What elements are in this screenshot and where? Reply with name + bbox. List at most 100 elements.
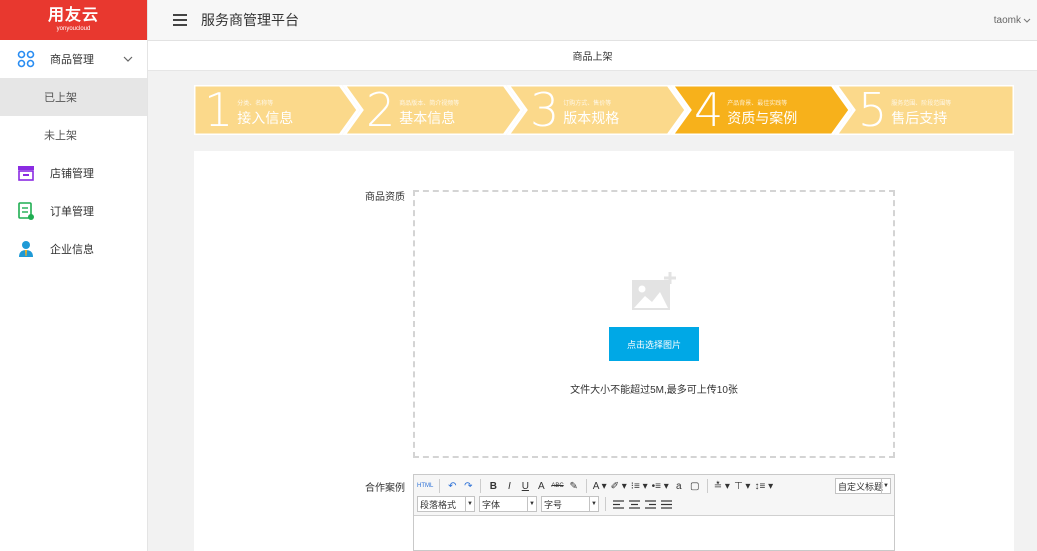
step-name: 资质与案例 [727,110,798,126]
toolbar-separator [439,479,441,493]
align-right-icon[interactable] [644,496,656,512]
logo[interactable]: 用友云 yonyoucloud [0,0,147,40]
align-justify-icon[interactable] [660,496,672,512]
paragraph-format-label: 段落格式 [420,499,457,510]
upload-tip: 文件大小不能超过5M,最多可上传10张 [570,385,738,396]
sidebar-subitem-unlisted[interactable]: 未上架 [0,116,147,154]
qualification-label: 商品资质 [365,192,405,203]
toolbar-separator [480,479,482,493]
step-2[interactable]: 2 商品版本、简介视频等基本信息 [366,85,459,135]
step-text: 订购方式、售价等版本规格 [563,93,619,127]
step-name: 接入信息 [237,110,294,126]
toolbar-separator [605,497,606,511]
step-number: 5 [858,83,888,137]
rich-text-editor[interactable]: HTML ↶ ↷ B I U A ABC ✎ A ▾ ✐ ▾ ⁝≡ ▾ •≡ ▾ a ▢ ≛ ▾ ⊤ ▾ ↕≡ ▾… [413,474,895,551]
logo-subtext: yonyoucloud [56,26,91,32]
ordered-list-icon[interactable]: ⁝≡ ▾ [631,478,648,494]
sidebar-item-product-management[interactable]: 商品管理 [0,40,147,78]
step-5[interactable]: 5 服务范围、阶段范围等售后支持 [858,85,951,135]
redo-icon[interactable]: ↷ [462,478,474,494]
step-name: 基本信息 [399,110,456,126]
step-hint: 分类、名称等 [237,101,274,107]
sidebar-item-label: 商品管理 [50,54,94,66]
sidebar-subitem-listed[interactable]: 已上架 [0,78,147,116]
font-color-icon[interactable]: A ▾ [593,478,607,494]
html-source-icon[interactable]: HTML [417,478,433,494]
platform-title: 服务商管理平台 [201,12,299,28]
font-size-label: 字号 [544,499,563,510]
sidebar: 用友云 yonyoucloud 商品管理 已上架 未上架 店铺管理 订单管理 企… [0,0,148,551]
sidebar-subitem-label: 已上架 [44,92,77,104]
custom-title-label: 自定义标题 [838,481,884,492]
grid-icon [16,49,36,69]
italic-icon[interactable]: I [503,478,515,494]
toolbar-separator [585,479,587,493]
chevron-down-icon [1023,15,1031,26]
step-hint: 商品版本、简介视频等 [399,101,460,107]
sidebar-item-label: 企业信息 [50,244,94,256]
step-hint: 服务范围、阶段范围等 [891,101,952,107]
page-title-bar: 商品上架 [148,41,1037,71]
sidebar-item-label: 店铺管理 [50,168,94,180]
step-text: 分类、名称等接入信息 [237,93,293,127]
editor-toolbar: HTML ↶ ↷ B I U A ABC ✎ A ▾ ✐ ▾ ⁝≡ ▾ •≡ ▾ a ▢ ≛ ▾ ⊤ ▾ ↕≡ ▾… [414,475,894,516]
clear-format-icon[interactable]: ✎ [568,478,580,494]
sidebar-item-store-management[interactable]: 店铺管理 [0,154,147,192]
step-name: 售后支持 [891,110,948,126]
step-number: 1 [204,83,234,137]
undo-icon[interactable]: ↶ [446,478,458,494]
image-add-icon [630,270,678,315]
font-size-select[interactable]: 字号 ▼ [541,496,599,512]
custom-title-select[interactable]: 自定义标题 ▼ [835,478,891,494]
highlight-icon[interactable]: ✐ ▾ [611,478,627,494]
paragraph-spacing-icon[interactable]: ⊤ ▾ [734,478,751,494]
page-title: 商品上架 [572,52,613,63]
sidebar-subitem-label: 未上架 [44,130,77,142]
toolbar-row: HTML ↶ ↷ B I U A ABC ✎ A ▾ ✐ ▾ ⁝≡ ▾ •≡ ▾ a ▢ ≛ ▾ ⊤ ▾ ↕≡ ▾… [417,477,891,495]
image-icon[interactable]: ▢ [689,478,701,494]
step-1[interactable]: 1 分类、名称等接入信息 [204,85,293,135]
step-text: 服务范围、阶段范围等售后支持 [891,93,951,127]
choose-image-button[interactable]: 点击选择图片 [609,327,699,361]
row-spacing-icon[interactable]: ↕≡ ▾ [754,478,773,494]
dropdown-arrow-icon: ▼ [881,479,890,493]
step-hint: 订购方式、售价等 [563,101,612,107]
user-name: taomk [993,14,1021,26]
underline-icon[interactable]: U [519,478,531,494]
strikethrough-icon[interactable]: ABC [551,478,563,494]
font-family-label: 字体 [482,499,501,510]
step-progress: 1 分类、名称等 接入信息 2 商品版本、简介视频等 基本信息 3 订购方式、售价等 版本规格 4… [194,85,1014,135]
bold-icon[interactable]: B [487,478,499,494]
user-menu[interactable]: taomk [994,15,1031,26]
step-number: 4 [694,83,724,137]
step-name: 版本规格 [563,110,620,126]
sidebar-item-company-info[interactable]: 企业信息 [0,230,147,268]
logo-text: 用友云 [47,7,99,24]
font-family-select[interactable]: 字体 ▼ [479,496,537,512]
unordered-list-icon[interactable]: •≡ ▾ [652,478,669,494]
person-icon [16,239,36,259]
toolbar-row: 段落格式 ▼ 字体 ▼ 字号 ▼ [417,495,891,513]
step-number: 2 [366,83,396,137]
form-panel: 商品资质 点击选择图片 文件大小不能超过5M,最多可上传10张 合作案例 HTM… [194,151,1014,551]
dropdown-arrow-icon: ▼ [589,497,598,511]
paragraph-format-select[interactable]: 段落格式 ▼ [417,496,475,512]
store-icon [16,163,36,183]
step-3[interactable]: 3 订购方式、售价等 版本规格 [530,85,619,135]
step-hint: 产品背景、最佳实践等 [727,101,788,107]
image-upload-area[interactable]: 点击选择图片 文件大小不能超过5M,最多可上传10张 [413,190,895,458]
sidebar-item-label: 订单管理 [50,206,94,218]
toolbar-separator [706,479,708,493]
top-header: 服务商管理平台 taomk [148,0,1037,41]
font-border-icon[interactable]: A [535,478,547,494]
link-icon[interactable]: a [673,478,685,494]
menu-toggle-icon[interactable] [173,14,187,26]
align-center-icon[interactable] [628,496,640,512]
order-icon [16,201,36,221]
step-4[interactable]: 4 产品背景、最佳实践等资质与案例 [694,85,797,135]
sidebar-item-order-management[interactable]: 订单管理 [0,192,147,230]
step-text: 商品版本、简介视频等基本信息 [399,93,459,127]
line-height-icon[interactable]: ≛ ▾ [714,478,730,494]
align-left-icon[interactable] [612,496,624,512]
case-label: 合作案例 [365,483,405,494]
